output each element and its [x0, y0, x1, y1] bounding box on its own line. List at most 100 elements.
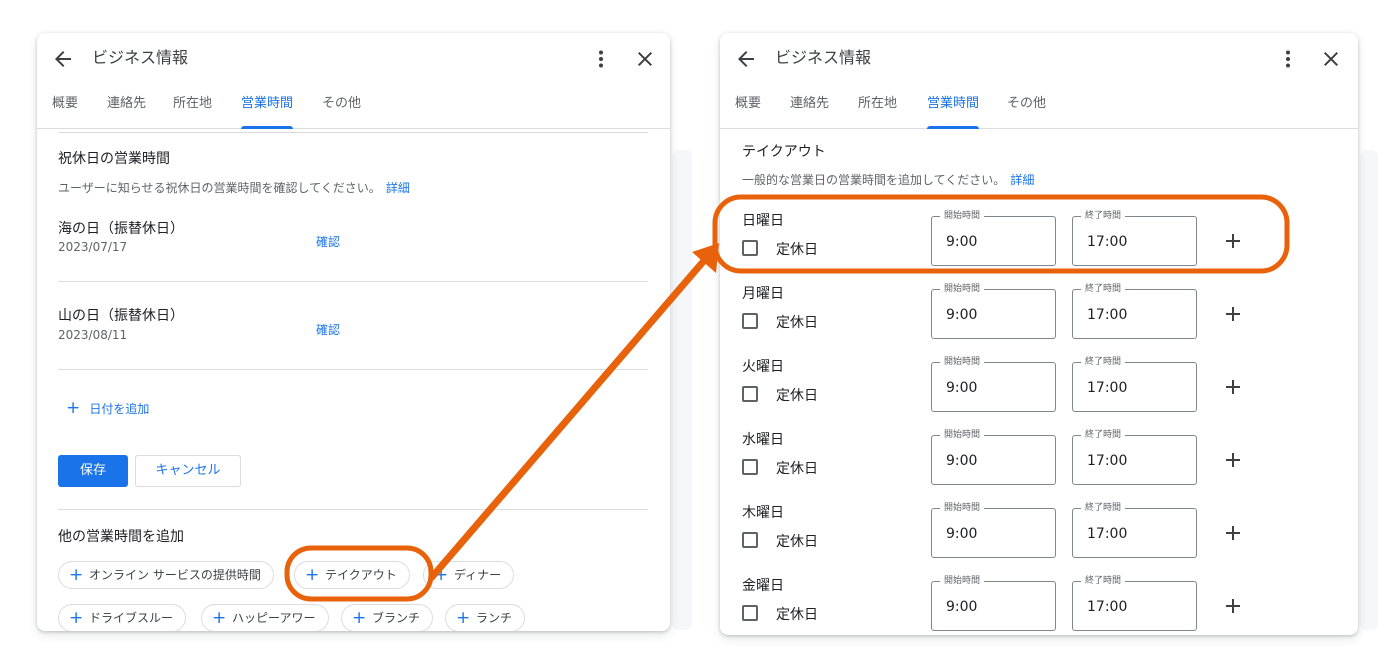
end-time-value: 17:00 [1087, 599, 1128, 615]
more-vert-icon[interactable] [589, 47, 613, 71]
end-time-label: 終了時間 [1081, 356, 1126, 368]
takeout-description: 一般的な営業日の営業時間を追加してください。 詳細 [742, 169, 1034, 188]
start-time-field[interactable]: 開始時間 9:00 [931, 502, 1056, 558]
details-link[interactable]: 詳細 [1010, 173, 1034, 187]
start-time-label: 開始時間 [940, 283, 985, 295]
closed-checkbox[interactable] [742, 532, 758, 548]
plus-icon[interactable] [1221, 229, 1245, 253]
start-time-label: 開始時間 [940, 575, 985, 587]
holiday-hours-title: 祝休日の営業時間 [58, 151, 170, 167]
end-time-value: 17:00 [1087, 380, 1128, 396]
chip-dinner[interactable]: + ディナー [423, 561, 515, 589]
plus-icon[interactable] [1221, 375, 1245, 399]
day-label: 金曜日 [742, 578, 784, 594]
tab-contact[interactable]: 連絡先 [107, 95, 146, 129]
cancel-button[interactable]: キャンセル [135, 455, 241, 487]
holiday-name: 山の日（振替休日） [58, 308, 184, 324]
start-time-field[interactable]: 開始時間 9:00 [931, 356, 1056, 412]
chip-takeout[interactable]: + テイクアウト [294, 561, 410, 589]
end-time-field[interactable]: 終了時間 17:00 [1072, 356, 1197, 412]
end-time-field[interactable]: 終了時間 17:00 [1072, 502, 1197, 558]
tab-location[interactable]: 所在地 [858, 95, 897, 129]
day-row: 金曜日 定休日 開始時間 9:00 終了時間 17:00 [720, 572, 1358, 635]
tab-contact[interactable]: 連絡先 [790, 95, 829, 129]
chip-online-service-hours[interactable]: + オンライン サービスの提供時間 [58, 561, 274, 589]
close-icon[interactable] [633, 47, 657, 71]
tab-more[interactable]: その他 [322, 95, 361, 129]
plus-icon[interactable] [1221, 448, 1245, 472]
start-time-field[interactable]: 開始時間 9:00 [931, 575, 1056, 631]
day-row: 日曜日 定休日 開始時間 9:00 終了時間 17:00 [720, 207, 1358, 271]
start-time-value: 9:00 [946, 307, 978, 323]
closed-checkbox[interactable] [742, 240, 758, 256]
end-time-label: 終了時間 [1081, 502, 1126, 514]
holiday-hours-description: ユーザーに知らせる祝休日の営業時間を確認してください。 詳細 [58, 177, 410, 196]
day-label: 木曜日 [742, 505, 784, 521]
start-time-value: 9:00 [946, 526, 978, 542]
save-button[interactable]: 保存 [58, 455, 128, 487]
closed-checkbox[interactable] [742, 605, 758, 621]
end-time-label: 終了時間 [1081, 283, 1126, 295]
start-time-field[interactable]: 開始時間 9:00 [931, 210, 1056, 266]
day-row: 月曜日 定休日 開始時間 9:00 終了時間 17:00 [720, 280, 1358, 344]
end-time-label: 終了時間 [1081, 210, 1126, 222]
tab-hours[interactable]: 営業時間 [241, 95, 293, 129]
start-time-field[interactable]: 開始時間 9:00 [931, 429, 1056, 485]
day-row: 水曜日 定休日 開始時間 9:00 終了時間 17:00 [720, 426, 1358, 490]
confirm-holiday-link[interactable]: 確認 [316, 233, 340, 250]
background-ghost [672, 150, 692, 630]
end-time-field[interactable]: 終了時間 17:00 [1072, 210, 1197, 266]
chip-label: ハッピーアワー [232, 611, 316, 625]
confirm-holiday-link[interactable]: 確認 [316, 321, 340, 338]
chip-drive-through[interactable]: + ドライブスルー [58, 604, 187, 631]
tab-active-indicator [927, 126, 979, 129]
closed-label: 定休日 [776, 388, 818, 404]
business-info-panel-holidays: ビジネス情報 概要 連絡先 所在地 営業時間 その他 祝休日の営業時間 ユーザー… [37, 33, 670, 631]
tab-hours[interactable]: 営業時間 [927, 95, 979, 129]
plus-icon: + [456, 608, 471, 628]
details-link[interactable]: 詳細 [386, 181, 410, 195]
more-vert-icon[interactable] [1276, 47, 1300, 71]
chip-brunch[interactable]: + ブランチ [341, 604, 434, 631]
tab-overview[interactable]: 概要 [735, 95, 761, 129]
plus-icon: + [69, 565, 84, 585]
plus-icon[interactable] [1221, 521, 1245, 545]
start-time-value: 9:00 [946, 380, 978, 396]
day-row: 木曜日 定休日 開始時間 9:00 終了時間 17:00 [720, 499, 1358, 563]
chip-label: ディナー [454, 568, 502, 582]
end-time-field[interactable]: 終了時間 17:00 [1072, 283, 1197, 339]
chip-happy-hour[interactable]: + ハッピーアワー [201, 604, 329, 631]
start-time-label: 開始時間 [940, 502, 985, 514]
tab-location[interactable]: 所在地 [173, 95, 212, 129]
closed-checkbox[interactable] [742, 459, 758, 475]
back-arrow-icon[interactable] [51, 47, 75, 71]
panel-title: ビジネス情報 [775, 48, 872, 67]
plus-icon: + [212, 608, 227, 628]
end-time-value: 17:00 [1087, 526, 1128, 542]
divider [58, 509, 648, 510]
back-arrow-icon[interactable] [734, 47, 758, 71]
closed-label: 定休日 [776, 534, 818, 550]
panel-header: ビジネス情報 概要 連絡先 所在地 営業時間 その他 [720, 33, 1358, 129]
chip-label: テイクアウト [325, 568, 397, 582]
tab-hours-label: 営業時間 [241, 96, 294, 111]
tab-more[interactable]: その他 [1007, 95, 1046, 129]
end-time-field[interactable]: 終了時間 17:00 [1072, 575, 1197, 631]
takeout-title: テイクアウト [742, 144, 826, 160]
holiday-date: 2023/08/11 [58, 328, 128, 342]
closed-label: 定休日 [776, 607, 818, 623]
closed-checkbox[interactable] [742, 386, 758, 402]
divider [58, 132, 648, 133]
start-time-value: 9:00 [946, 234, 978, 250]
plus-icon[interactable] [1221, 594, 1245, 618]
end-time-field[interactable]: 終了時間 17:00 [1072, 429, 1197, 485]
close-icon[interactable] [1319, 47, 1343, 71]
plus-icon[interactable] [1221, 302, 1245, 326]
add-date-button[interactable]: + 日付を追加 [66, 398, 149, 417]
description-text: ユーザーに知らせる祝休日の営業時間を確認してください。 [58, 181, 381, 195]
chip-lunch[interactable]: + ランチ [445, 604, 526, 631]
start-time-label: 開始時間 [940, 429, 985, 441]
start-time-field[interactable]: 開始時間 9:00 [931, 283, 1056, 339]
tab-overview[interactable]: 概要 [52, 95, 78, 129]
closed-checkbox[interactable] [742, 313, 758, 329]
